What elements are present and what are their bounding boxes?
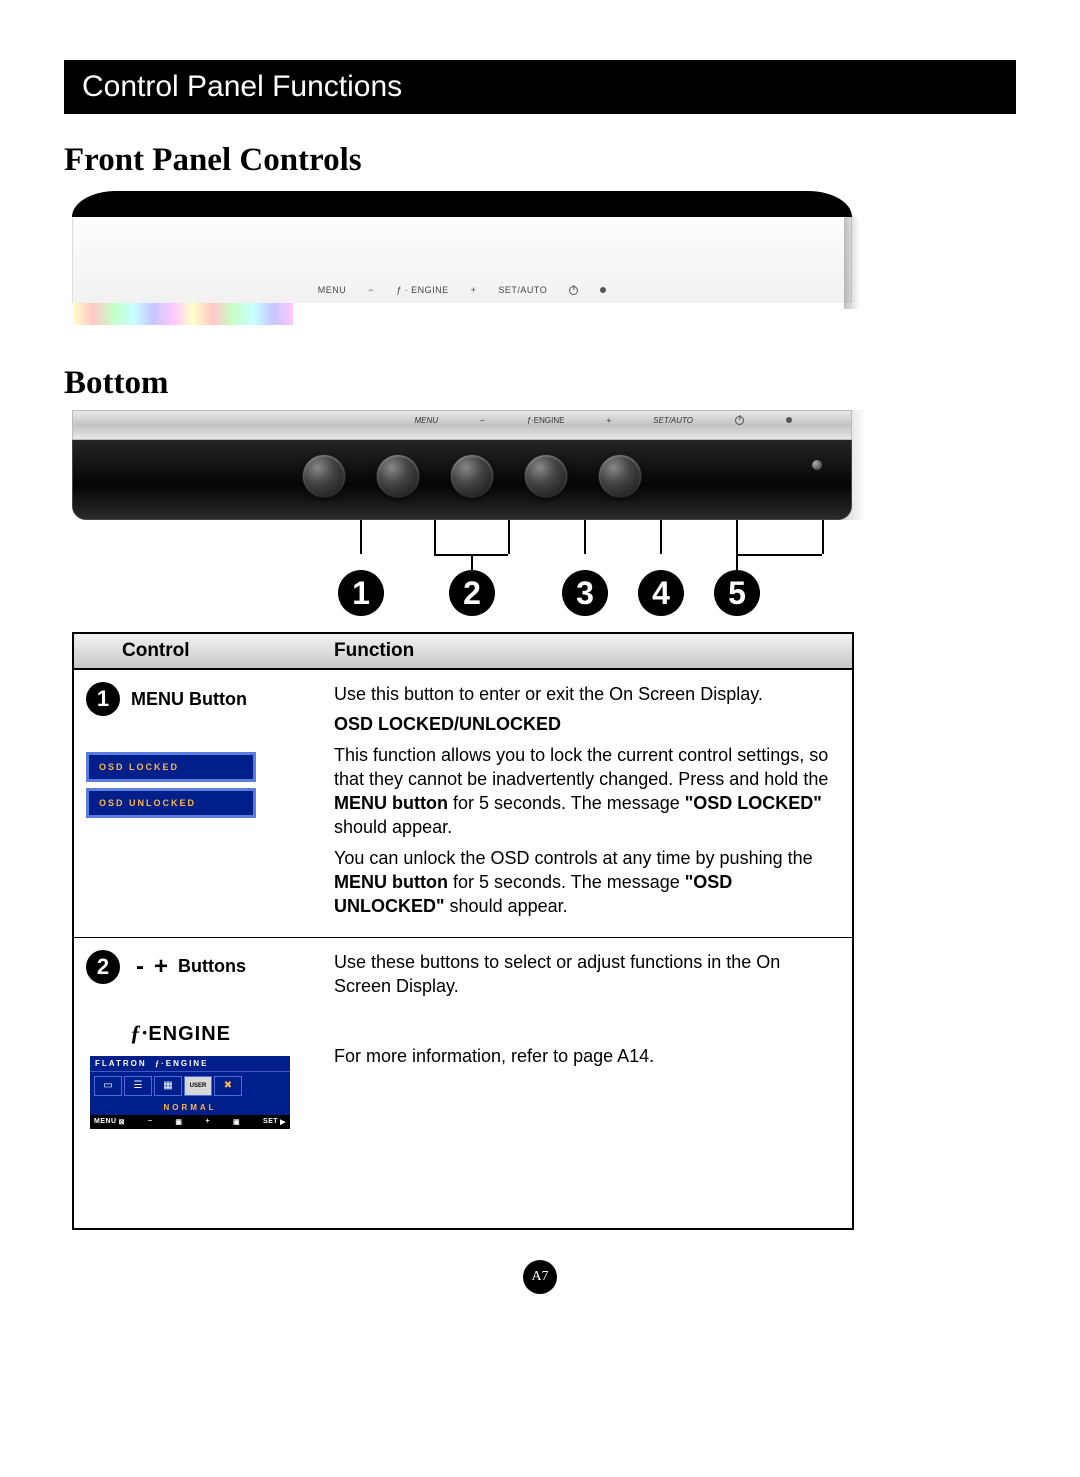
callout-4: 4: [638, 570, 684, 616]
controls-table: Control Function 1 MENU Button OSD LOCKE…: [72, 632, 854, 1230]
callout-number-row: 1 2 3 4 5: [72, 570, 852, 620]
buttons-label: Buttons: [178, 956, 246, 977]
fengine-footer: MENU ⊠ − ▣ + ▣ SET ▶: [90, 1115, 290, 1129]
table-row: 2 - + Buttons ƒ·ENGINE FLATRON ƒ·ENGINE …: [74, 938, 852, 1228]
label-setauto: SET/AUTO: [498, 285, 547, 295]
power-icon: [569, 285, 578, 295]
power-button[interactable]: [598, 454, 642, 498]
callout-2: 2: [449, 570, 495, 616]
callout-3: 3: [562, 570, 608, 616]
callout-5: 5: [714, 570, 760, 616]
osd-unlocked-indicator: OSD UNLOCKED: [86, 788, 256, 818]
osd-locked-heading: OSD LOCKED/UNLOCKED: [334, 712, 830, 736]
fengine-osd-panel: FLATRON ƒ·ENGINE ▭ ☰ ▦ USER ✖ NORMAL MEN…: [90, 1056, 290, 1129]
menu-function-intro: Use this button to enter or exit the On …: [334, 682, 830, 706]
row1-badge: 1: [86, 682, 120, 716]
callout-1: 1: [338, 570, 384, 616]
fengine-user-mode: USER: [184, 1076, 212, 1096]
table-row: 1 MENU Button OSD LOCKED OSD UNLOCKED Us…: [74, 670, 852, 938]
fengine-icon-row: ▭ ☰ ▦ USER ✖: [90, 1072, 290, 1100]
minus-symbol: -: [136, 953, 144, 981]
osd-lock-paragraph: This function allows you to lock the cur…: [334, 743, 830, 840]
osd-unlock-paragraph: You can unlock the OSD controls at any t…: [334, 846, 830, 919]
minus-button[interactable]: [376, 454, 420, 498]
fengine-mode-icon: ☰: [124, 1076, 152, 1096]
heading-bottom: Bottom: [64, 365, 1016, 402]
fengine-normal-label: NORMAL: [90, 1100, 290, 1115]
set-auto-button[interactable]: [524, 454, 568, 498]
plusminus-function: Use these buttons to select or adjust fu…: [334, 950, 830, 999]
color-strip: [73, 303, 293, 325]
fengine-label: ƒ·ENGINE: [130, 1020, 231, 1045]
heading-front-panel: Front Panel Controls: [64, 142, 1016, 179]
label-fengine: ƒ·ENGINE: [396, 285, 449, 295]
bottom-label-plus: +: [606, 416, 611, 427]
fengine-mode-icon: ▦: [154, 1076, 182, 1096]
page-number: A7: [523, 1260, 557, 1294]
label-minus: −: [368, 285, 374, 295]
bottom-label-menu: MENU: [414, 416, 438, 427]
fengine-mode-icon: ✖: [214, 1076, 242, 1096]
row2-badge: 2: [86, 950, 120, 984]
callout-lines: [72, 520, 852, 576]
fengine-function: For more information, refer to page A14.: [334, 1044, 830, 1068]
fengine-panel-title: FLATRON ƒ·ENGINE: [90, 1056, 290, 1072]
header-function: Function: [334, 634, 852, 668]
bottom-power-icon: [735, 416, 744, 427]
led-icon: [600, 285, 606, 295]
plus-symbol: +: [154, 953, 168, 981]
label-menu: MENU: [318, 285, 347, 295]
plus-button[interactable]: [450, 454, 494, 498]
bottom-label-fengine: ƒ·ENGINE: [527, 416, 565, 427]
power-led: [812, 460, 822, 470]
front-panel-labels: MENU − ƒ·ENGINE + SET/AUTO: [73, 285, 851, 295]
bottom-label-setauto: SET/AUTO: [653, 416, 693, 427]
label-plus: +: [471, 285, 477, 295]
bottom-panel-illustration: MENU − ƒ·ENGINE + SET/AUTO: [72, 410, 852, 520]
front-panel-illustration: MENU − ƒ·ENGINE + SET/AUTO: [72, 191, 852, 351]
osd-locked-indicator: OSD LOCKED: [86, 752, 256, 782]
bottom-led-icon: [786, 416, 792, 427]
bottom-label-minus: −: [480, 416, 485, 427]
manual-page: Control Panel Functions Front Panel Cont…: [0, 0, 1080, 1324]
fengine-mode-icon: ▭: [94, 1076, 122, 1096]
menu-button[interactable]: [302, 454, 346, 498]
table-header: Control Function: [74, 634, 852, 670]
title-bar: Control Panel Functions: [64, 60, 1016, 114]
header-control: Control: [74, 634, 334, 668]
menu-button-label: MENU Button: [131, 689, 247, 710]
